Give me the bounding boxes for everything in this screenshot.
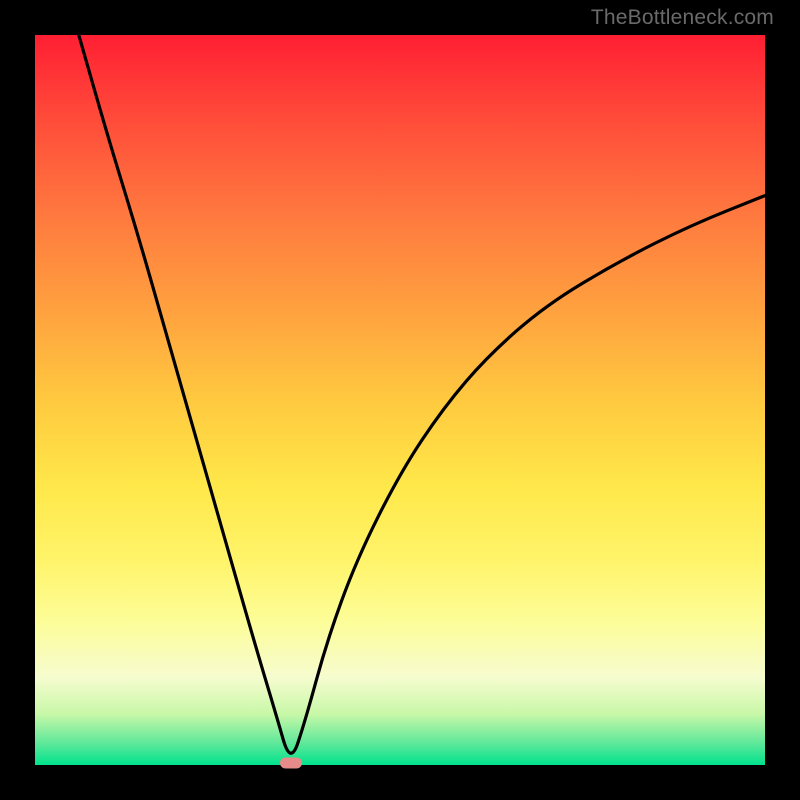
vertex-marker <box>280 758 302 769</box>
watermark-text: TheBottleneck.com <box>591 6 774 30</box>
curve-svg <box>35 35 765 765</box>
plot-area <box>35 35 765 765</box>
bottleneck-curve <box>79 35 765 753</box>
chart-container: TheBottleneck.com <box>0 0 800 800</box>
